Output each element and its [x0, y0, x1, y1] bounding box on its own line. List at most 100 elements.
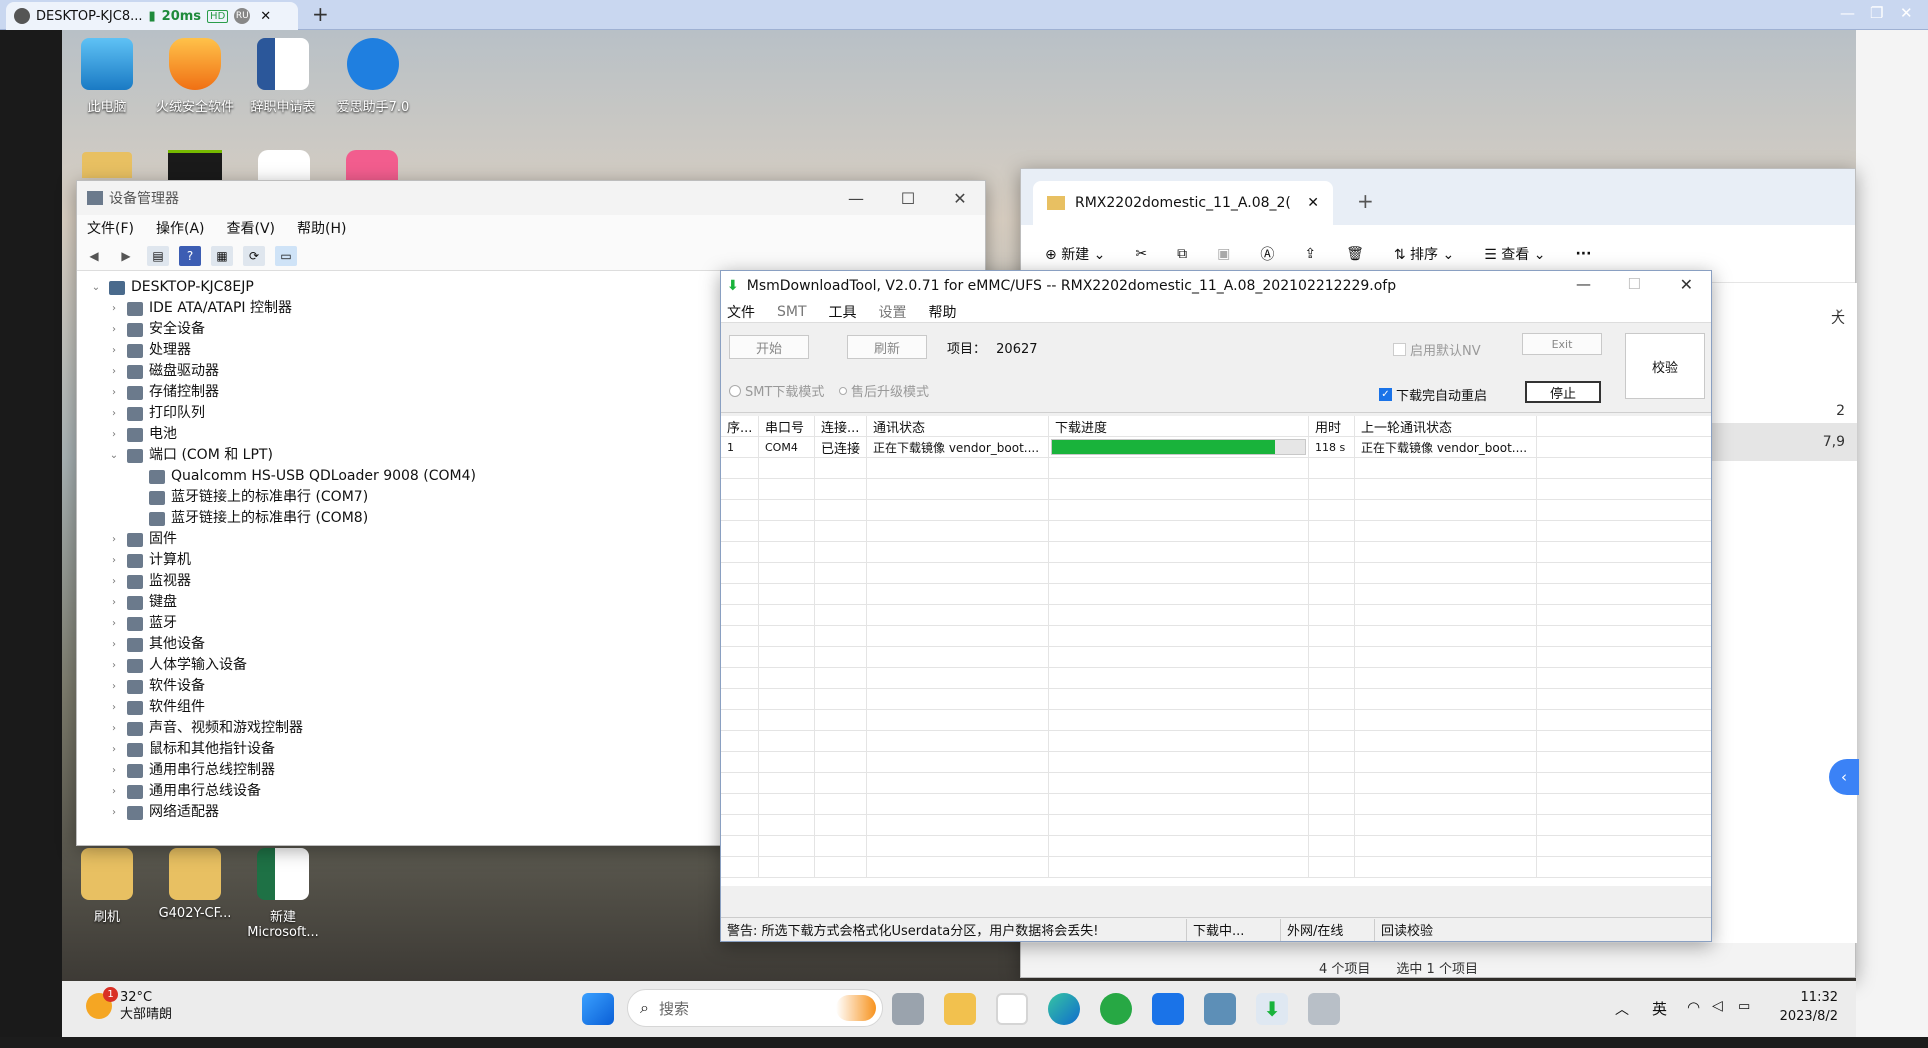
- delete-icon[interactable]: 🗑: [1346, 246, 1364, 262]
- menu-tools[interactable]: 工具: [829, 302, 857, 322]
- tool-taskbar-icon[interactable]: [1308, 993, 1340, 1025]
- close-icon[interactable]: ✕: [1307, 195, 1319, 211]
- verify-button[interactable]: 校验: [1625, 333, 1705, 399]
- after-sale-mode-radio[interactable]: 售后升级模式: [839, 381, 929, 400]
- chevron-right-icon[interactable]: ›: [107, 802, 121, 823]
- desktop-icon-nvidia-partial[interactable]: [168, 150, 222, 180]
- close-icon[interactable]: ✕: [260, 9, 271, 24]
- browser-icon[interactable]: [1100, 993, 1132, 1025]
- chevron-right-icon[interactable]: ›: [107, 592, 121, 613]
- chevron-right-icon[interactable]: ›: [107, 697, 121, 718]
- start-icon[interactable]: [582, 993, 614, 1025]
- app-icon[interactable]: [1152, 993, 1184, 1025]
- menu-help[interactable]: 帮助: [929, 302, 957, 322]
- ime-indicator[interactable]: 英: [1652, 998, 1667, 1019]
- forward-icon[interactable]: ▶: [115, 246, 137, 266]
- chevron-right-icon[interactable]: ›: [107, 613, 121, 634]
- desktop-icon-this-pc[interactable]: 此电脑: [62, 38, 152, 115]
- msm-taskbar-icon[interactable]: ⬇: [1256, 993, 1288, 1025]
- task-view-icon[interactable]: [892, 993, 924, 1025]
- restore-icon[interactable]: ❐: [1870, 4, 1883, 22]
- table-row[interactable]: 1 COM4 已连接 正在下载镜像 vendor_boot.... 118 s …: [721, 437, 1711, 458]
- desktop-icon-excel-new[interactable]: 新建 Microsoft...: [238, 848, 328, 940]
- chevron-right-icon[interactable]: ›: [107, 781, 121, 802]
- chevron-right-icon[interactable]: ›: [107, 361, 121, 382]
- column-status[interactable]: 通讯状态: [867, 416, 1049, 436]
- chevron-right-icon[interactable]: ›: [107, 424, 121, 445]
- new-button[interactable]: ⊕ 新建 ⌄: [1045, 244, 1105, 264]
- chevron-right-icon[interactable]: ›: [107, 571, 121, 592]
- scan-hardware-icon[interactable]: ⟳: [243, 245, 265, 266]
- share-icon[interactable]: ⇪: [1304, 246, 1316, 262]
- column-port[interactable]: 串口号: [759, 416, 815, 436]
- stop-button[interactable]: 停止: [1525, 381, 1601, 403]
- minimize-button[interactable]: —: [1576, 275, 1591, 293]
- help-icon[interactable]: ?: [179, 245, 201, 266]
- search-box[interactable]: ⌕ 搜索: [627, 989, 883, 1027]
- collapse-pane-icon[interactable]: ‹: [1829, 759, 1859, 795]
- back-icon[interactable]: ◀: [83, 246, 105, 266]
- cut-icon[interactable]: ✂: [1135, 246, 1147, 262]
- edge-icon[interactable]: [1048, 993, 1080, 1025]
- desktop-icon-app-partial[interactable]: [258, 150, 310, 180]
- desktop-icon-word-doc[interactable]: 辞职申请表: [238, 38, 328, 115]
- auto-reboot-checkbox[interactable]: ✓ 下载完自动重启: [1379, 385, 1487, 404]
- weather-widget[interactable]: 1 32°C 大部晴朗: [86, 987, 172, 1023]
- remote-session-tab[interactable]: DESKTOP-KJC8... ▮ 20ms HD RU ✕: [6, 2, 298, 30]
- chevron-right-icon[interactable]: ›: [107, 634, 121, 655]
- menu-help[interactable]: 帮助(H): [297, 218, 346, 238]
- desktop-icon-bilibili-partial[interactable]: [346, 150, 398, 180]
- desktop-icon-g402y-folder[interactable]: G402Y-CF...: [150, 848, 240, 921]
- smt-mode-radio[interactable]: SMT下载模式: [729, 381, 824, 400]
- refresh-button[interactable]: 刷新: [847, 335, 927, 359]
- desktop-icon-huorong[interactable]: 火绒安全软件: [150, 38, 240, 115]
- rename-icon[interactable]: Ⓐ: [1260, 244, 1274, 264]
- sort-button[interactable]: ⇅ 排序 ⌄: [1394, 244, 1454, 264]
- start-button[interactable]: 开始: [729, 335, 809, 359]
- chevron-up-icon[interactable]: ︿: [1615, 999, 1629, 1019]
- chevron-right-icon[interactable]: ›: [107, 550, 121, 571]
- minimize-icon[interactable]: —: [1840, 4, 1855, 22]
- chevron-right-icon[interactable]: ›: [107, 340, 121, 361]
- menu-settings[interactable]: 设置: [879, 302, 907, 322]
- device-manager-taskbar-icon[interactable]: [1204, 993, 1236, 1025]
- menu-smt[interactable]: SMT: [777, 304, 807, 320]
- menu-view[interactable]: 查看(V): [227, 218, 276, 238]
- column-index[interactable]: 序...: [721, 416, 759, 436]
- chevron-right-icon[interactable]: ›: [107, 760, 121, 781]
- desktop-icon-i4[interactable]: 爱思助手7.0: [328, 38, 418, 115]
- chevron-right-icon[interactable]: ›: [107, 382, 121, 403]
- paste-icon[interactable]: ▣: [1217, 246, 1230, 262]
- chevron-right-icon[interactable]: ›: [107, 739, 121, 760]
- volume-icon[interactable]: ◁: [1712, 998, 1723, 1014]
- battery-icon[interactable]: ▭: [1738, 999, 1750, 1014]
- menu-action[interactable]: 操作(A): [156, 218, 205, 238]
- menu-file[interactable]: 文件: [727, 302, 755, 322]
- file-explorer-icon[interactable]: [944, 993, 976, 1025]
- chevron-right-icon[interactable]: ›: [107, 529, 121, 550]
- column-time[interactable]: 用时: [1309, 416, 1355, 436]
- close-icon[interactable]: ✕: [1900, 4, 1913, 22]
- monitor-icon[interactable]: ▭: [275, 245, 297, 266]
- default-nv-checkbox[interactable]: 启用默认NV: [1393, 340, 1481, 359]
- exit-button[interactable]: Exit: [1522, 333, 1602, 355]
- properties-icon[interactable]: ▤: [147, 245, 169, 266]
- maximize-button[interactable]: ☐: [1628, 275, 1641, 293]
- chevron-down-icon[interactable]: ⌄: [89, 277, 103, 298]
- chevron-right-icon[interactable]: ›: [107, 655, 121, 676]
- column-progress[interactable]: 下载进度: [1049, 416, 1309, 436]
- minimize-button[interactable]: —: [831, 181, 881, 215]
- chevron-right-icon[interactable]: ›: [107, 718, 121, 739]
- new-tab-icon[interactable]: +: [312, 2, 329, 26]
- chevron-right-icon[interactable]: ›: [107, 676, 121, 697]
- chevron-right-icon[interactable]: ›: [107, 319, 121, 340]
- clock[interactable]: 11:32 2023/8/2: [1778, 988, 1838, 1026]
- column-last-status[interactable]: 上一轮通讯状态: [1355, 416, 1537, 436]
- menu-file[interactable]: 文件(F): [87, 218, 134, 238]
- column-connection[interactable]: 连接...: [815, 416, 867, 436]
- close-button[interactable]: ✕: [935, 181, 985, 215]
- maximize-button[interactable]: ☐: [883, 181, 933, 215]
- chevron-down-icon[interactable]: ⌄: [107, 445, 121, 466]
- wifi-icon[interactable]: ◠: [1687, 998, 1700, 1016]
- copy-icon[interactable]: ⧉: [1177, 246, 1187, 262]
